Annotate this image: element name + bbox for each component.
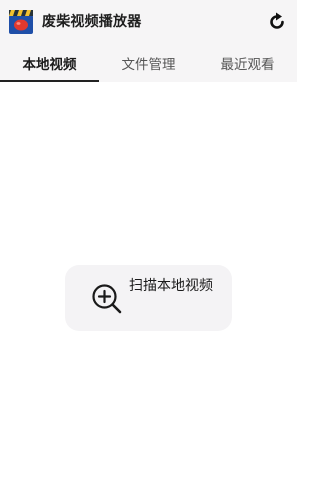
scan-button-label: 扫描本地视频 [129,278,213,294]
scan-local-video-button[interactable]: 扫描本地视频 [65,265,232,331]
tab-recently-watched[interactable]: 最近观看 [198,44,297,82]
app-title: 废柴视频播放器 [42,14,142,30]
clapperboard-icon [8,9,34,35]
tab-bar: 本地视频 文件管理 最近观看 [0,44,297,82]
refresh-icon[interactable] [265,10,289,34]
app-bar: 废柴视频播放器 [0,0,297,44]
main-content: 扫描本地视频 [0,82,297,497]
zoom-in-icon [91,283,123,315]
tab-file-manager[interactable]: 文件管理 [99,44,198,82]
tab-local-video[interactable]: 本地视频 [0,44,99,82]
